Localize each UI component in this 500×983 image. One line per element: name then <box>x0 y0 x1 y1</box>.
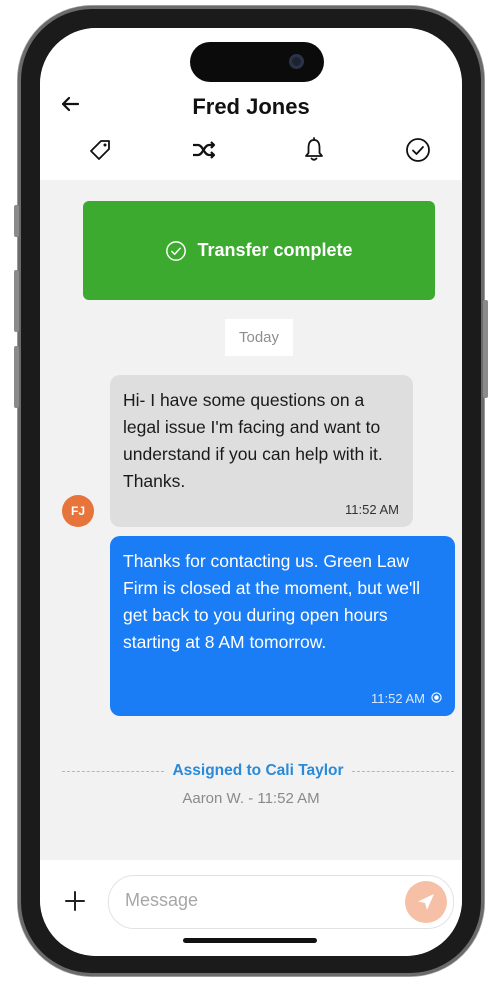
action-button <box>14 205 19 237</box>
volume-up-button <box>14 270 19 332</box>
power-button <box>483 300 488 398</box>
bell-icon[interactable] <box>300 136 328 164</box>
banner-text: Transfer complete <box>197 240 353 260</box>
phone-screen: Fred Jones Transfer complete Today Hi- I… <box>40 28 462 956</box>
send-button[interactable] <box>405 881 447 923</box>
assignment-meta: Aaron W. - 11:52 AM <box>182 790 320 807</box>
check-circle-icon[interactable] <box>404 136 432 164</box>
camera-icon <box>289 54 304 69</box>
contact-name: Fred Jones <box>192 94 310 119</box>
send-icon <box>418 894 434 910</box>
message-time: 11:52 AM <box>371 691 425 706</box>
outgoing-message[interactable]: Thanks for contacting us. Green Law Firm… <box>110 536 455 716</box>
message-input[interactable] <box>123 889 387 912</box>
plus-icon[interactable] <box>64 890 86 912</box>
message-text: Hi- I have some questions on a legal iss… <box>123 390 383 491</box>
incoming-message[interactable]: Hi- I have some questions on a legal iss… <box>110 375 413 527</box>
divider-line <box>351 770 455 772</box>
dynamic-island <box>190 42 324 82</box>
message-field[interactable] <box>108 875 454 929</box>
message-text: Thanks for contacting us. Green Law Firm… <box>123 551 421 652</box>
read-receipt-icon <box>431 692 442 703</box>
tag-icon[interactable] <box>86 136 114 164</box>
divider-line <box>62 770 165 772</box>
date-separator: Today <box>225 319 293 356</box>
assignment-divider: Assigned to Cali Taylor <box>62 761 455 781</box>
check-circle-icon <box>166 240 187 261</box>
home-indicator[interactable] <box>183 938 317 943</box>
assigned-label: Assigned to Cali Taylor <box>172 762 344 779</box>
message-time: 11:52 AM <box>345 502 399 517</box>
volume-down-button <box>14 346 19 408</box>
transfer-complete-banner: Transfer complete <box>83 201 435 300</box>
avatar[interactable]: FJ <box>62 495 94 527</box>
shuffle-icon[interactable] <box>190 136 218 164</box>
message-composer <box>40 860 462 956</box>
